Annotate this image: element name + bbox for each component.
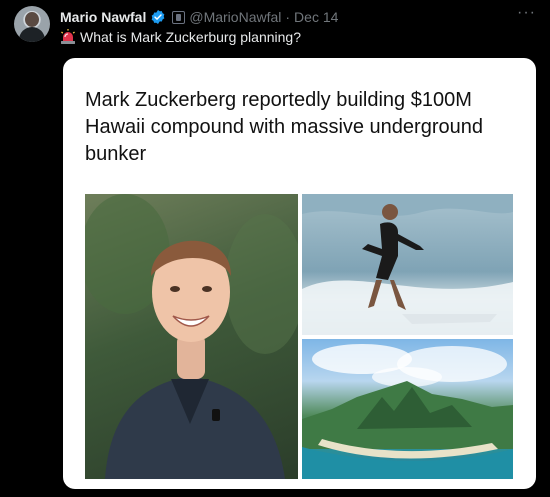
author-handle[interactable]: @MarioNawfal	[189, 9, 281, 25]
verified-badge-icon	[152, 10, 165, 24]
avatar-head	[25, 12, 39, 27]
tweet-text-content: What is Mark Zuckerburg planning?	[80, 29, 301, 45]
portrait-photo[interactable]	[85, 194, 298, 479]
island-aerial-photo[interactable]	[302, 339, 513, 479]
tweet-text: What is Mark Zuckerburg planning?	[60, 29, 301, 45]
card-headline: Mark Zuckerberg reportedly building $100…	[85, 89, 483, 165]
avatar-body	[19, 27, 45, 42]
media-card[interactable]: Mark Zuckerberg reportedly building $100…	[63, 58, 536, 489]
author-name[interactable]: Mario Nawfal	[60, 9, 146, 25]
island-illustration	[302, 344, 513, 479]
surfing-illustration	[302, 194, 513, 335]
portrait-illustration	[85, 194, 298, 479]
affiliation-badge-icon[interactable]	[172, 10, 186, 24]
more-options-icon[interactable]: ···	[517, 4, 536, 22]
tweet-header: Mario Nawfal @MarioNawfal · Dec 14	[60, 8, 338, 26]
tweet-date[interactable]: Dec 14	[294, 9, 338, 25]
separator-dot: ·	[285, 9, 291, 25]
surfing-photo[interactable]	[302, 194, 513, 335]
rotating-light-emoji-icon	[61, 29, 75, 44]
author-avatar[interactable]	[14, 6, 50, 42]
